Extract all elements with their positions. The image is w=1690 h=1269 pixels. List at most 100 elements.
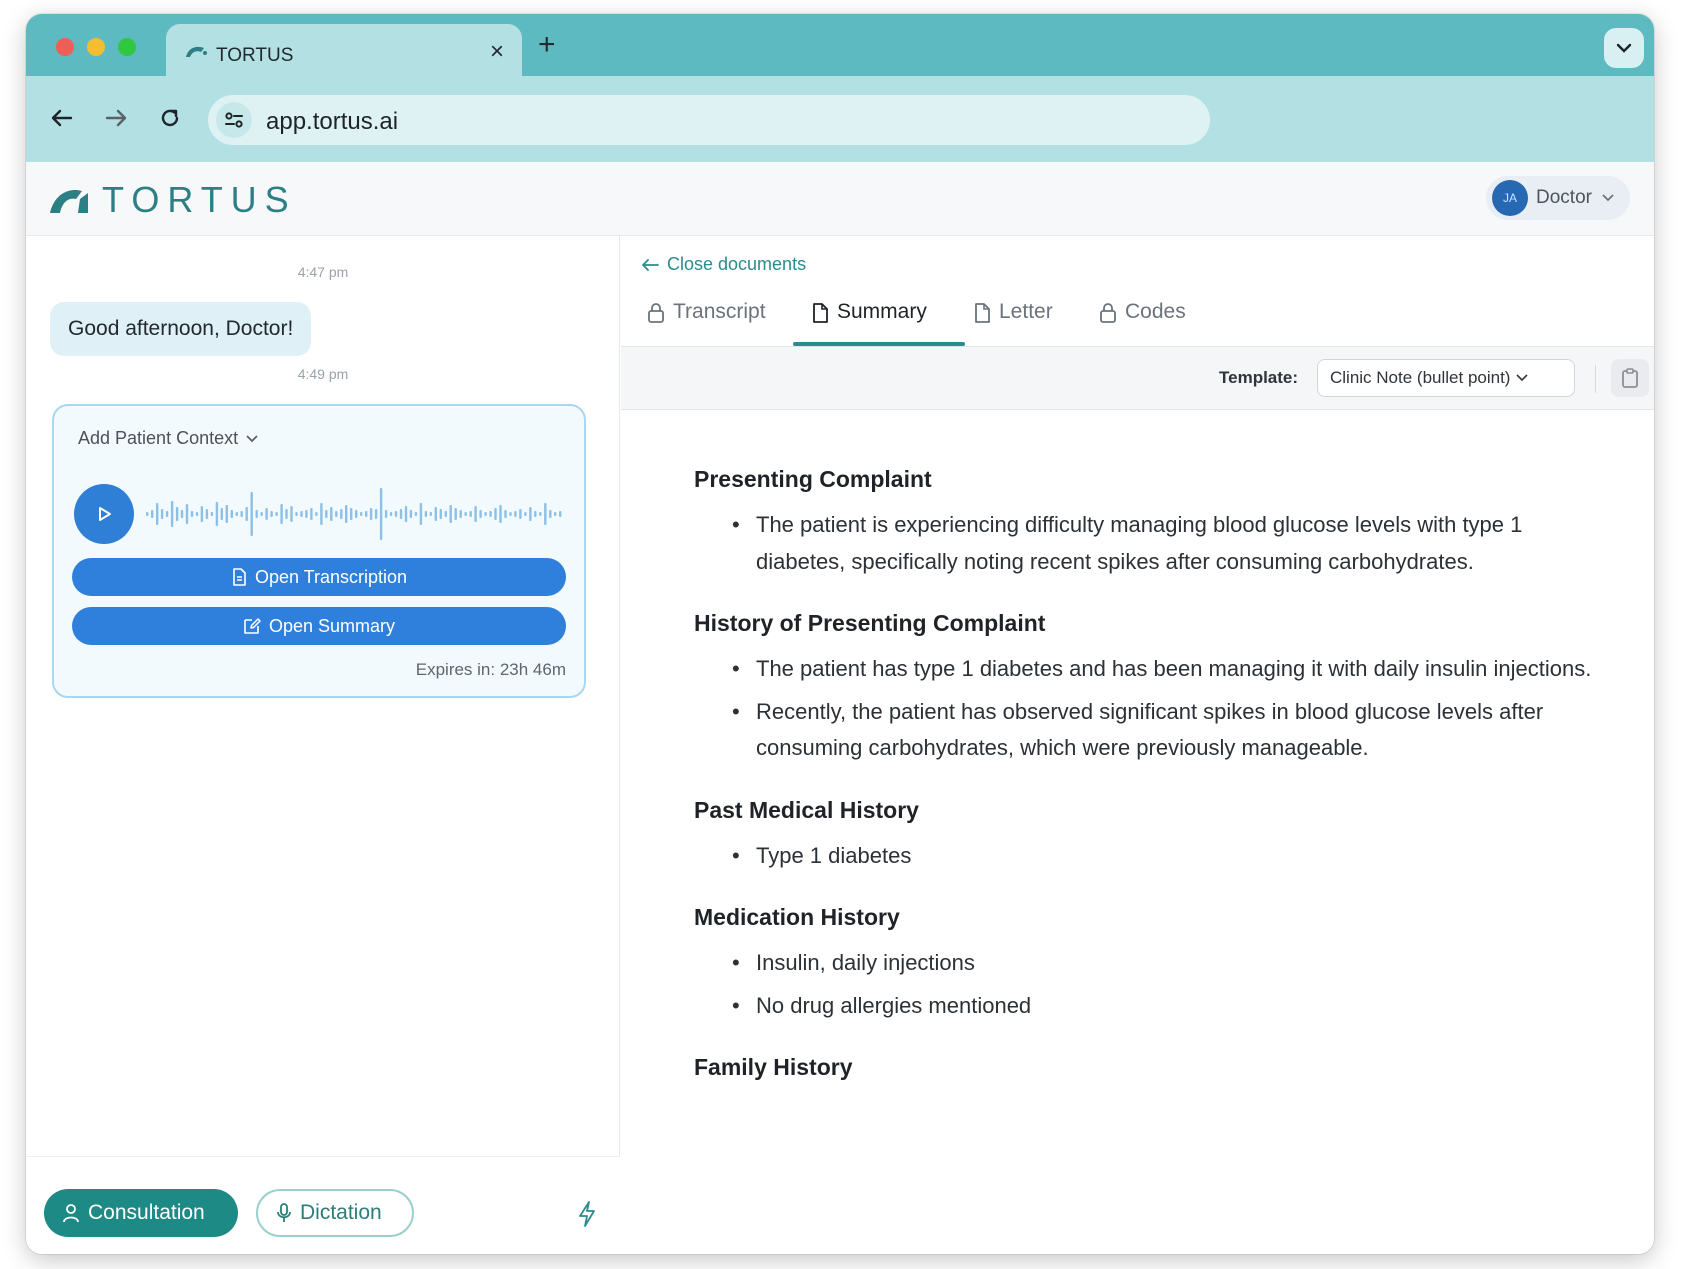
maximize-window-button[interactable] xyxy=(118,38,136,56)
new-tab-button[interactable]: + xyxy=(538,30,556,60)
tab-search-button[interactable] xyxy=(1604,28,1644,68)
reload-button[interactable] xyxy=(150,98,190,138)
open-transcription-button[interactable]: Open Transcription xyxy=(72,558,566,596)
template-label: Template: xyxy=(1219,368,1299,387)
dictation-mode-button[interactable]: Dictation xyxy=(256,1189,414,1237)
waveform-bar xyxy=(151,510,154,518)
url-text: app.tortus.ai xyxy=(266,108,399,135)
waveform-bar xyxy=(355,510,358,518)
waveform-bar xyxy=(280,504,283,524)
arrow-left-icon xyxy=(51,109,73,127)
waveform-bar xyxy=(399,509,403,519)
waveform-bar xyxy=(220,508,223,520)
waveform-bar xyxy=(146,512,149,516)
add-patient-context-dropdown[interactable]: Add Patient Context xyxy=(78,428,258,449)
waveform-bar xyxy=(439,509,442,519)
waveform-bar xyxy=(379,488,383,540)
close-window-button[interactable] xyxy=(56,38,74,56)
waveform-bar xyxy=(519,509,522,519)
back-button[interactable] xyxy=(42,98,82,138)
chat-panel: 4:47 pm Good afternoon, Doctor! 4:49 pm … xyxy=(26,236,620,1254)
tab-summary-label: Summary xyxy=(837,300,927,323)
arrow-left-icon xyxy=(642,258,659,271)
waveform-bar xyxy=(489,511,492,517)
lightning-icon[interactable] xyxy=(578,1201,596,1227)
user-role: Doctor xyxy=(1536,187,1592,208)
audio-waveform[interactable] xyxy=(146,484,564,544)
tune-icon xyxy=(225,112,243,128)
waveform-bar xyxy=(160,509,164,519)
microphone-icon xyxy=(277,1203,291,1222)
waveform-bar xyxy=(205,509,209,519)
summary-section: Family History xyxy=(694,1054,1654,1081)
list-item: The patient is experiencing difficulty m… xyxy=(694,507,1594,580)
tab-transcript-label: Transcript xyxy=(673,300,766,323)
waveform-bar xyxy=(340,509,343,519)
person-icon xyxy=(63,1204,79,1223)
waveform-bar xyxy=(449,505,452,523)
waveform-bar xyxy=(175,507,179,521)
section-list: Type 1 diabetes xyxy=(694,838,1654,875)
tab-codes[interactable]: Codes xyxy=(1099,300,1186,346)
open-transcription-label: Open Transcription xyxy=(254,566,408,587)
waveform-bar xyxy=(504,510,507,518)
open-summary-button[interactable]: Open Summary xyxy=(72,607,566,645)
user-menu[interactable]: JA Doctor xyxy=(1486,176,1630,220)
waveform-bar xyxy=(419,503,423,525)
browser-tab-bar: TORTUS × + xyxy=(26,14,1654,86)
waveform-bar xyxy=(190,511,194,517)
browser-window: TORTUS × + app.tortus.ai TORTUS JA Docto… xyxy=(26,14,1654,1254)
browser-toolbar: app.tortus.ai xyxy=(26,76,1654,162)
site-info-button[interactable] xyxy=(216,102,252,138)
waveform-bar xyxy=(509,512,512,516)
list-item: No drug allergies mentioned xyxy=(694,988,1594,1025)
waveform-bar xyxy=(474,506,477,522)
tab-summary[interactable]: Summary xyxy=(811,300,927,346)
waveform-bar xyxy=(559,511,562,517)
consultation-mode-button[interactable]: Consultation xyxy=(44,1189,238,1237)
copy-button[interactable] xyxy=(1611,359,1649,397)
tab-transcript[interactable]: Transcript xyxy=(647,300,766,346)
waveform-bar xyxy=(384,510,388,518)
waveform-bar xyxy=(554,512,557,516)
waveform-bar xyxy=(409,510,413,518)
waveform-bar xyxy=(499,505,502,523)
waveform-bar xyxy=(320,503,323,525)
section-list: Insulin, daily injections No drug allergi… xyxy=(694,945,1654,1024)
waveform-bar xyxy=(494,508,497,520)
waveform-bar xyxy=(275,512,278,516)
template-value: Clinic Note (bullet point) xyxy=(1330,368,1511,387)
add-patient-context-label: Add Patient Context xyxy=(78,428,239,448)
consultation-label: Consultation xyxy=(88,1201,205,1224)
waveform-bar xyxy=(549,510,552,518)
waveform-bar xyxy=(389,512,393,516)
address-bar[interactable]: app.tortus.ai xyxy=(208,95,1210,145)
forward-button[interactable] xyxy=(96,98,136,138)
toolbar-divider xyxy=(1595,365,1596,393)
template-select[interactable]: Clinic Note (bullet point) xyxy=(1317,359,1575,397)
waveform-bar xyxy=(305,510,308,518)
template-toolbar: Template: Clinic Note (bullet point) xyxy=(621,346,1654,410)
chevron-down-icon xyxy=(1516,374,1529,382)
waveform-bar xyxy=(325,510,328,518)
tortus-logo[interactable]: TORTUS xyxy=(48,179,297,220)
waveform-bar xyxy=(210,512,214,516)
tab-letter[interactable]: Letter xyxy=(973,300,1053,346)
waveform-bar xyxy=(310,508,313,520)
close-documents-link[interactable]: Close documents xyxy=(641,254,806,275)
waveform-bar xyxy=(459,510,462,518)
waveform-bar xyxy=(215,502,219,526)
tab-close-icon[interactable]: × xyxy=(490,40,504,64)
document-icon xyxy=(975,303,990,323)
minimize-window-button[interactable] xyxy=(87,38,105,56)
waveform-bar xyxy=(539,512,542,516)
waveform-bar xyxy=(290,506,293,522)
list-item: The patient has type 1 diabetes and has … xyxy=(694,651,1594,688)
chevron-down-icon xyxy=(1602,194,1614,202)
waveform-bar xyxy=(350,508,353,520)
section-heading: History of Presenting Complaint xyxy=(694,610,1046,636)
tab-title: TORTUS xyxy=(216,45,294,66)
summary-section: History of Presenting Complaint The patie… xyxy=(694,610,1654,767)
logo-text: TORTUS xyxy=(102,179,297,220)
play-button[interactable] xyxy=(74,484,134,544)
